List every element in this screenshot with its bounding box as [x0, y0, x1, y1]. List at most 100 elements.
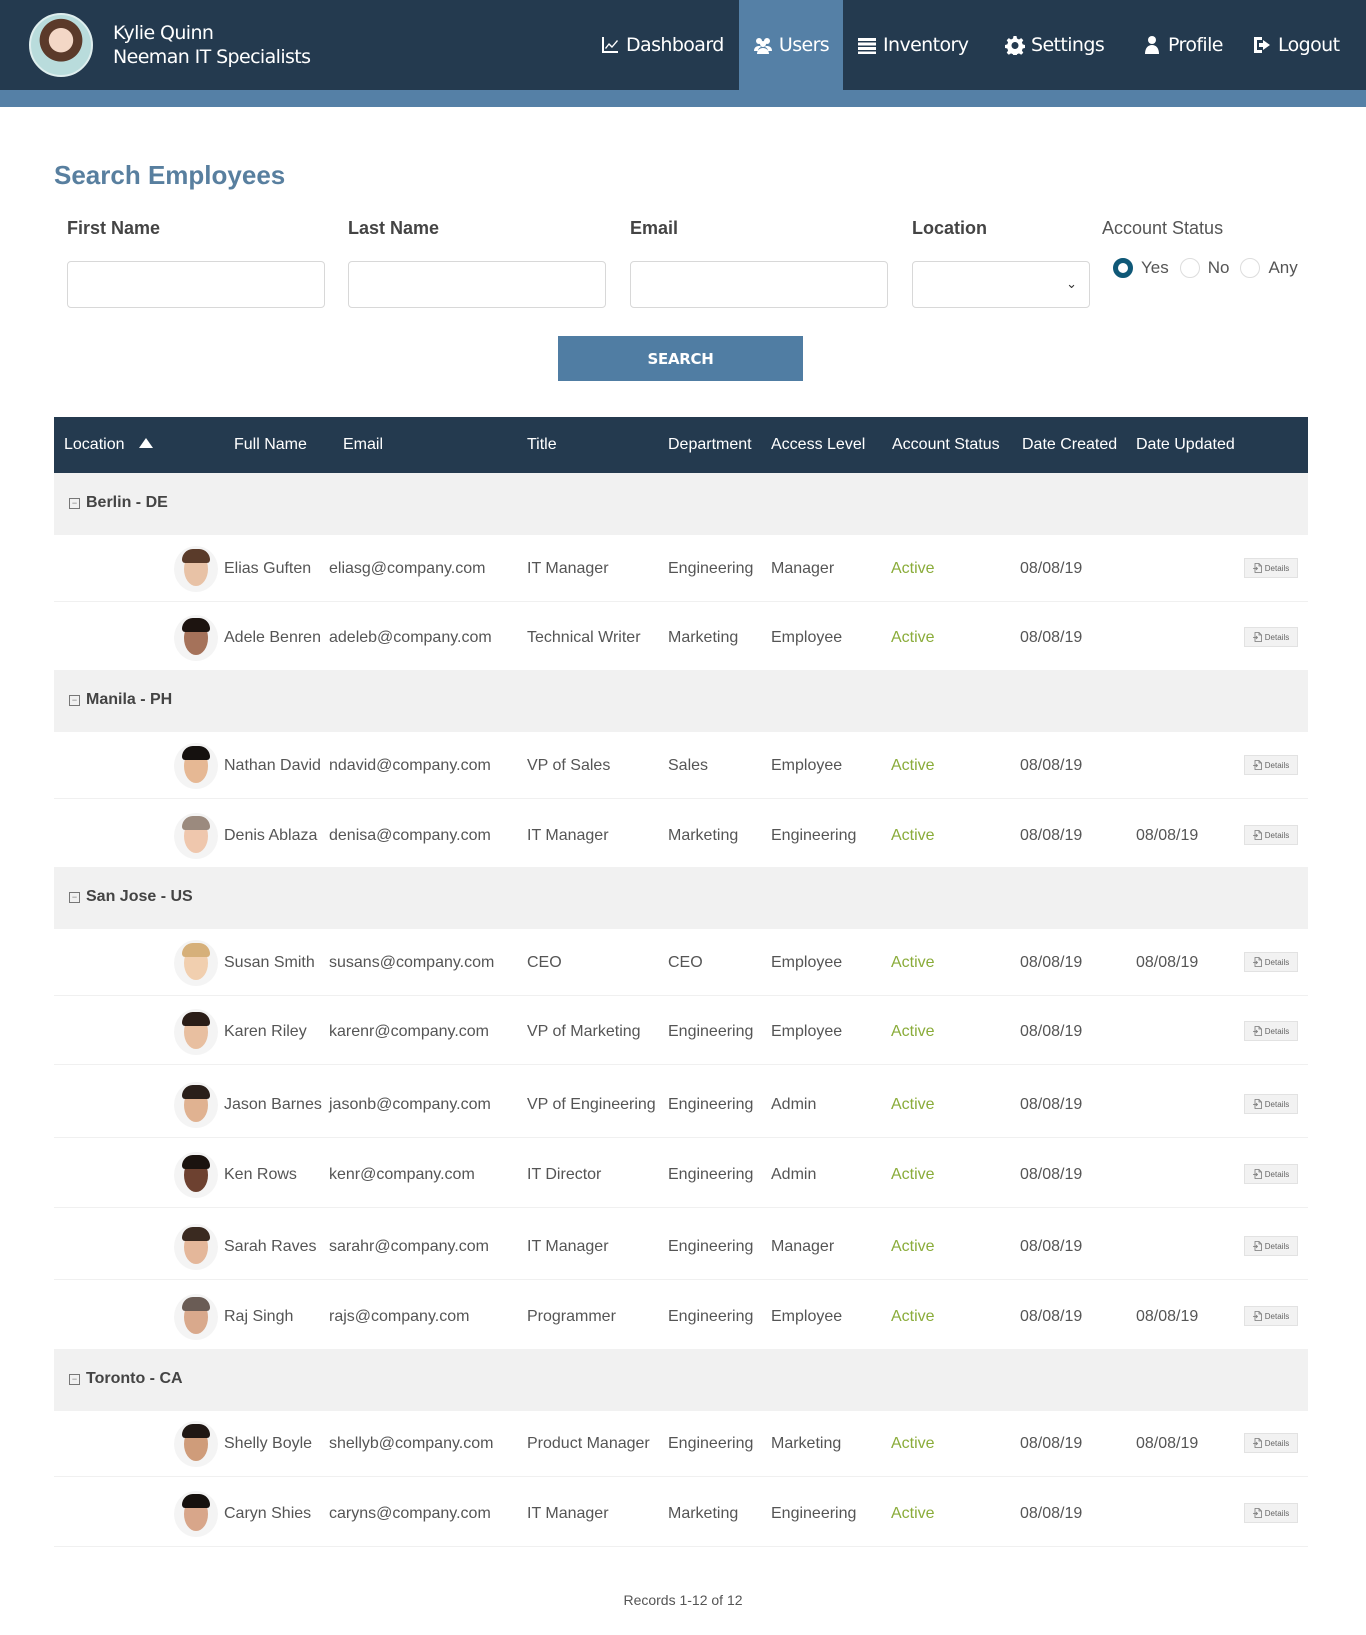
- employee-avatar: [174, 1294, 218, 1340]
- group-row[interactable]: − Manila - PH: [54, 670, 1308, 732]
- gear-icon: [1005, 36, 1025, 55]
- cell-access: Admin: [771, 1166, 817, 1183]
- cell-department: CEO: [668, 954, 703, 971]
- column-header-date-created[interactable]: Date Created: [1022, 436, 1117, 454]
- chart-line-icon: [602, 37, 618, 53]
- cell-status: Active: [891, 954, 935, 971]
- nav-logout-label: Logout: [1278, 34, 1340, 56]
- details-button[interactable]: Details: [1244, 627, 1298, 647]
- cell-status: Active: [891, 827, 935, 844]
- column-header-account-status[interactable]: Account Status: [892, 436, 1000, 454]
- table-row: Raj Singh rajs@company.com Programmer Engin…: [54, 1284, 1308, 1350]
- cell-updated: 08/08/19: [1136, 1308, 1199, 1325]
- details-button[interactable]: Details: [1244, 755, 1298, 775]
- cell-status: Active: [891, 1166, 935, 1183]
- nav-dashboard[interactable]: Dashboard: [600, 0, 724, 90]
- cell-status: Active: [891, 1096, 935, 1113]
- cell-email[interactable]: shellyb@company.com: [329, 1435, 493, 1453]
- cell-email[interactable]: jasonb@company.com: [329, 1096, 491, 1114]
- cell-department: Marketing: [668, 1505, 739, 1522]
- cell-title: IT Manager: [527, 1238, 609, 1255]
- last-name-input[interactable]: [348, 261, 606, 308]
- email-input[interactable]: [630, 261, 888, 308]
- radio-any-label: Any: [1268, 258, 1298, 277]
- cell-name: Caryn Shies: [224, 1505, 312, 1522]
- cell-name: Ken Rows: [224, 1166, 297, 1183]
- column-header-location[interactable]: Location: [64, 436, 153, 454]
- cell-access: Marketing: [771, 1435, 842, 1452]
- nav-settings[interactable]: Settings: [1005, 0, 1105, 90]
- group-name: San Jose - US: [86, 888, 193, 905]
- cell-access: Employee: [771, 629, 843, 646]
- user-avatar[interactable]: [29, 13, 93, 77]
- details-button[interactable]: Details: [1244, 1094, 1298, 1114]
- cell-created: 08/08/19: [1020, 1505, 1083, 1522]
- cell-email[interactable]: sarahr@company.com: [329, 1238, 489, 1256]
- cell-status: Active: [891, 1505, 935, 1522]
- nav-settings-label: Settings: [1031, 34, 1105, 56]
- collapse-icon[interactable]: −: [69, 498, 80, 509]
- cell-email[interactable]: caryns@company.com: [329, 1505, 491, 1523]
- cell-email[interactable]: kenr@company.com: [329, 1166, 475, 1184]
- employee-avatar: [174, 813, 218, 859]
- cell-created: 08/08/19: [1020, 1435, 1083, 1452]
- cell-email[interactable]: denisa@company.com: [329, 827, 491, 845]
- details-button[interactable]: Details: [1244, 1164, 1298, 1184]
- details-button[interactable]: Details: [1244, 1021, 1298, 1041]
- column-header-email[interactable]: Email: [343, 436, 383, 454]
- group-row[interactable]: − Toronto - CA: [54, 1349, 1308, 1411]
- cell-email[interactable]: ndavid@company.com: [329, 757, 491, 775]
- cell-email[interactable]: karenr@company.com: [329, 1023, 489, 1041]
- collapse-icon[interactable]: −: [69, 1374, 80, 1385]
- details-label: Details: [1264, 1508, 1290, 1518]
- cell-department: Engineering: [668, 1238, 754, 1255]
- cell-created: 08/08/19: [1020, 1308, 1083, 1325]
- nav-logout[interactable]: Logout: [1252, 0, 1340, 90]
- column-header-access-level[interactable]: Access Level: [771, 436, 865, 454]
- table-row: Shelly Boyle shellyb@company.com Product M…: [54, 1411, 1308, 1477]
- details-button[interactable]: Details: [1244, 558, 1298, 578]
- collapse-icon[interactable]: −: [69, 892, 80, 903]
- cell-access: Manager: [771, 1238, 835, 1255]
- details-button[interactable]: Details: [1244, 1433, 1298, 1453]
- nav-profile[interactable]: Profile: [1142, 0, 1223, 90]
- details-button[interactable]: Details: [1244, 1236, 1298, 1256]
- header-accent-strip: [0, 90, 1366, 107]
- group-row[interactable]: − Berlin - DE: [54, 473, 1308, 535]
- search-button[interactable]: SEARCH: [558, 336, 803, 381]
- user-name: Kylie Quinn: [113, 22, 214, 44]
- nav-users[interactable]: Users: [739, 0, 843, 90]
- details-label: Details: [1264, 1438, 1290, 1448]
- radio-any[interactable]: [1240, 258, 1261, 278]
- nav-inventory[interactable]: Inventory: [857, 0, 969, 90]
- column-header-department[interactable]: Department: [668, 436, 752, 454]
- document-import-icon: [1252, 1099, 1262, 1109]
- column-header-date-updated[interactable]: Date Updated: [1136, 436, 1235, 454]
- details-button[interactable]: Details: [1244, 825, 1298, 845]
- radio-yes[interactable]: [1113, 258, 1133, 278]
- collapse-icon[interactable]: −: [69, 695, 80, 706]
- column-header-full-name[interactable]: Full Name: [234, 436, 307, 454]
- group-row[interactable]: − San Jose - US: [54, 867, 1308, 929]
- cell-email[interactable]: adeleb@company.com: [329, 629, 492, 647]
- document-import-icon: [1252, 563, 1262, 573]
- cell-email[interactable]: susans@company.com: [329, 954, 494, 972]
- cell-department: Engineering: [668, 1435, 754, 1452]
- column-header-title[interactable]: Title: [527, 436, 557, 454]
- details-button[interactable]: Details: [1244, 1503, 1298, 1523]
- sign-out-icon: [1254, 37, 1270, 53]
- first-name-input[interactable]: [67, 261, 325, 308]
- radio-no[interactable]: [1179, 258, 1200, 278]
- cell-title: IT Manager: [527, 560, 609, 577]
- cell-status: Active: [891, 1023, 935, 1040]
- document-import-icon: [1252, 632, 1262, 642]
- nav-inventory-label: Inventory: [883, 34, 969, 56]
- details-label: Details: [1264, 957, 1290, 967]
- nav-profile-label: Profile: [1168, 34, 1223, 56]
- details-button[interactable]: Details: [1244, 1306, 1298, 1326]
- cell-title: VP of Engineering: [527, 1096, 656, 1113]
- location-select[interactable]: ⌄: [912, 261, 1090, 308]
- cell-email[interactable]: rajs@company.com: [329, 1308, 469, 1326]
- details-button[interactable]: Details: [1244, 952, 1298, 972]
- cell-email[interactable]: eliasg@company.com: [329, 560, 485, 578]
